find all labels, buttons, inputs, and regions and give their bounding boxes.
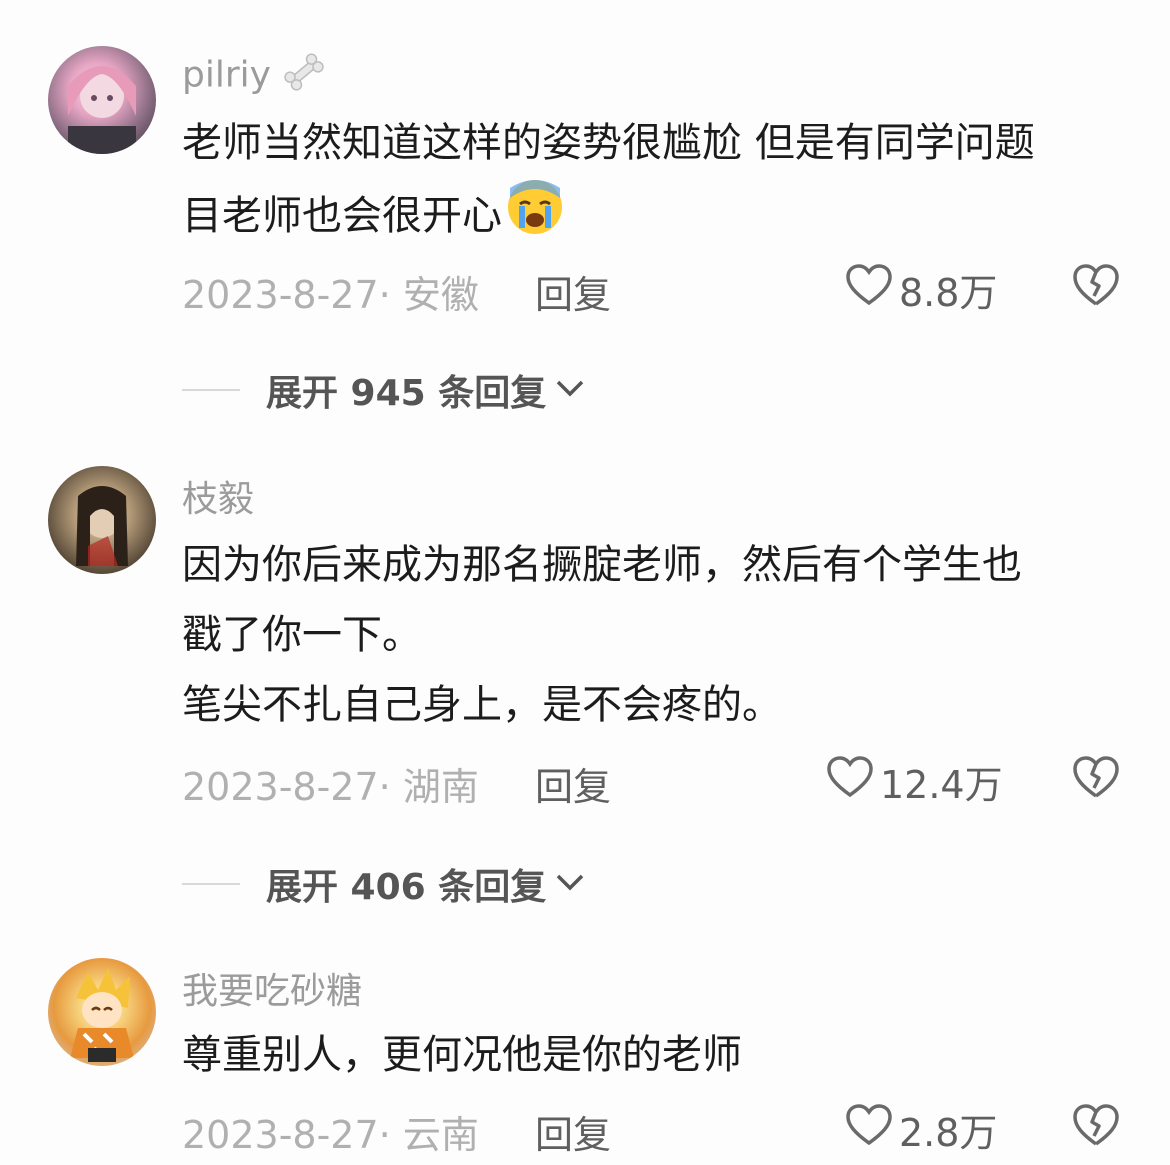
dislike-button[interactable] — [1072, 1102, 1120, 1154]
broken-heart-icon — [1072, 1104, 1120, 1154]
broken-heart-icon — [1072, 264, 1120, 314]
reply-button[interactable]: 回复 — [535, 1104, 611, 1159]
username[interactable]: 我要吃砂糖 — [182, 962, 362, 1014]
crying-face-emoji — [506, 178, 564, 258]
like-button[interactable]: 2.8万 — [845, 1102, 997, 1157]
dislike-button[interactable] — [1072, 754, 1120, 806]
comment-meta: 2023-8-27· 云南 — [182, 1113, 479, 1157]
comment-text: 老师当然知道这样的姿势很尴尬 但是有同学问题 目老师也会很开心 — [182, 108, 1132, 258]
divider — [182, 389, 240, 391]
expand-replies-button[interactable]: 展开 945 条回复 — [182, 364, 586, 416]
username[interactable]: pilriy — [182, 52, 326, 101]
expand-replies-button[interactable]: 展开 406 条回复 — [182, 858, 586, 910]
comment-meta: 2023-8-27· 湖南 — [182, 765, 479, 809]
reply-button[interactable]: 回复 — [535, 756, 611, 811]
comment-meta: 2023-8-27· 安徽 — [182, 273, 479, 317]
avatar[interactable] — [48, 46, 156, 154]
avatar[interactable] — [48, 466, 156, 574]
chevron-down-icon — [554, 377, 586, 403]
bone-icon — [282, 52, 326, 101]
dislike-button[interactable] — [1072, 262, 1120, 314]
heart-icon — [826, 755, 874, 808]
like-count: 2.8万 — [899, 1111, 998, 1155]
like-button[interactable]: 12.4万 — [826, 754, 1003, 809]
comment-text: 因为你后来成为那名撅腚老师，然后有个学生也 戳了你一下。 笔尖不扎自己身上，是不… — [182, 542, 1022, 728]
reply-button[interactable]: 回复 — [535, 264, 611, 319]
avatar[interactable] — [48, 958, 156, 1066]
like-count: 8.8万 — [899, 271, 998, 315]
divider — [182, 883, 240, 885]
comment-text: 尊重别人，更何况他是你的老师 — [182, 1032, 742, 1078]
chevron-down-icon — [554, 871, 586, 897]
heart-icon — [845, 1103, 893, 1156]
broken-heart-icon — [1072, 756, 1120, 806]
username[interactable]: 枝毅 — [182, 470, 254, 522]
like-button[interactable]: 8.8万 — [845, 262, 997, 317]
heart-icon — [845, 263, 893, 316]
like-count: 12.4万 — [880, 763, 1003, 807]
